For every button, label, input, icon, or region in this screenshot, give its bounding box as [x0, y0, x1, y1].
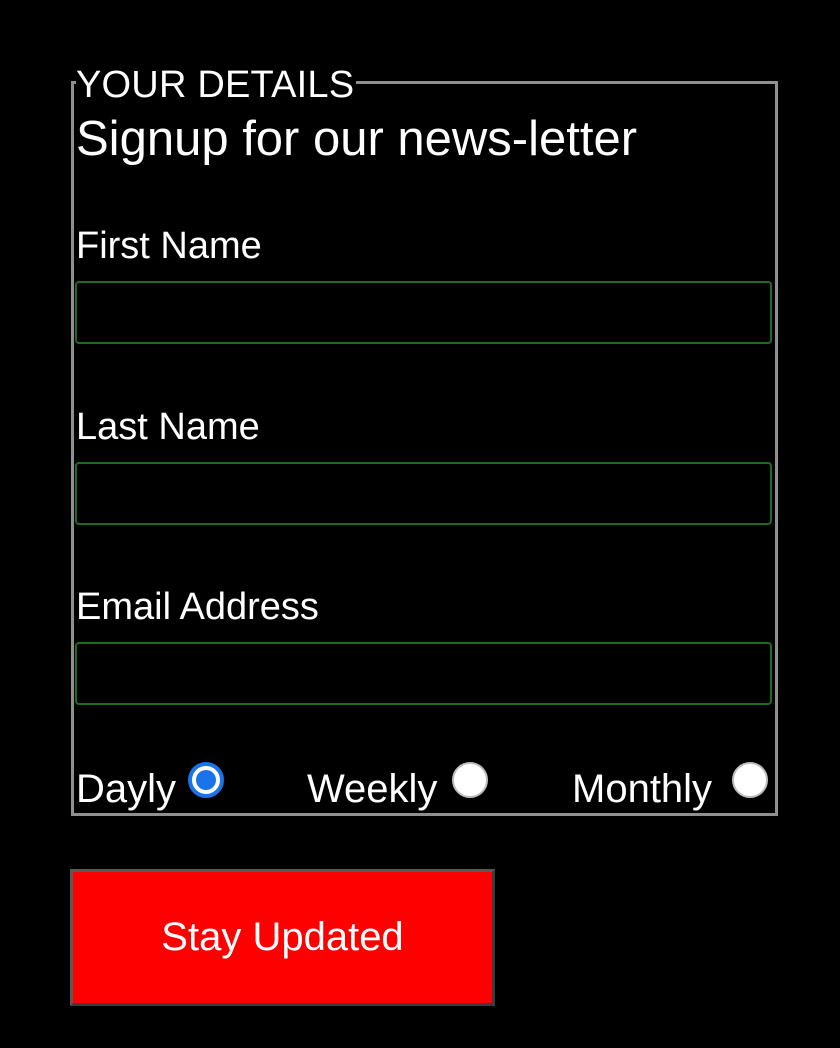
email-address-input[interactable]: [75, 642, 772, 705]
form-title: Signup for our news-letter: [76, 112, 638, 166]
radio-label-dayly: Dayly: [76, 767, 177, 811]
email-address-label: Email Address: [76, 586, 319, 628]
radio-monthly[interactable]: [732, 762, 768, 798]
last-name-input[interactable]: [75, 462, 772, 525]
radio-label-monthly: Monthly: [572, 767, 713, 811]
stay-updated-button[interactable]: Stay Updated: [70, 869, 495, 1006]
frequency-radio-group: Dayly Weekly Monthly: [76, 762, 776, 812]
first-name-label: First Name: [76, 225, 262, 267]
fieldset-legend: YOUR DETAILS: [76, 62, 357, 108]
last-name-label: Last Name: [76, 406, 260, 448]
stay-updated-label: Stay Updated: [161, 915, 404, 959]
radio-label-weekly: Weekly: [307, 767, 438, 811]
radio-weekly[interactable]: [452, 762, 488, 798]
first-name-input[interactable]: [75, 281, 772, 344]
radio-dayly[interactable]: [188, 762, 224, 798]
